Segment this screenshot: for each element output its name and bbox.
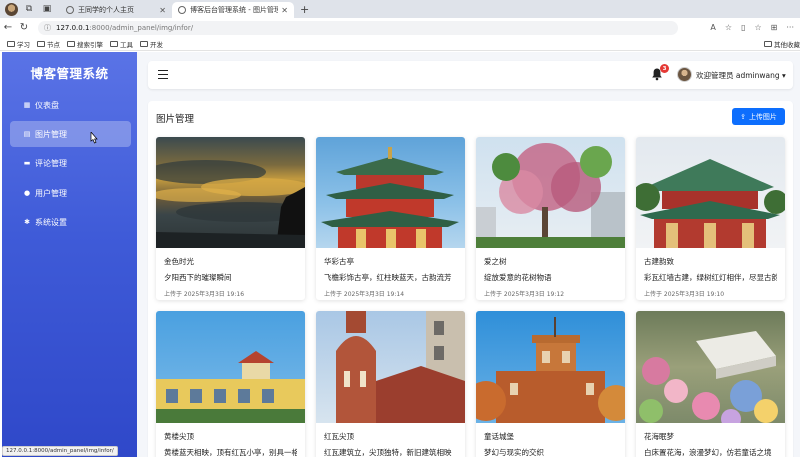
card-description: 飞檐彩饰古亭，红柱映蓝天，古韵流芳 [324, 273, 452, 282]
file-icon: ▤ [23, 130, 31, 138]
split-screen-icon[interactable]: ▯ [741, 23, 745, 32]
card-title: 黄楼尖顶 [164, 432, 194, 441]
upload-icon: ⇪ [740, 112, 746, 121]
image-card[interactable]: 华彩古亭 飞檐彩饰古亭，红柱映蓝天，古韵流芳 上传于 2025年3月3日 19:… [316, 137, 465, 300]
image-red-tile-spire [316, 311, 465, 423]
card-title: 童话城堡 [484, 432, 514, 441]
page-title: 图片管理 [156, 114, 195, 125]
image-love-tree [476, 137, 625, 248]
card-upload-date: 上传于 2025年3月3日 19:14 [324, 291, 405, 298]
comment-icon: ▬ [23, 159, 31, 167]
sidebar-item-dashboard[interactable]: ▦ 仪表盘 [10, 92, 131, 118]
close-icon[interactable]: ✕ [281, 6, 288, 15]
close-icon[interactable]: ✕ [159, 6, 166, 15]
image-card[interactable]: 古建韵致 彩瓦红墙古建，绿树红灯相伴，尽显古韵风华 上传于 2025年3月3日 … [636, 137, 785, 300]
card-description: 绽放爱意的花树物语 [484, 273, 552, 282]
bookmark-tools[interactable]: 工具 [110, 39, 133, 49]
image-card[interactable]: 爱之树 绽放爱意的花树物语 上传于 2025年3月3日 19:12 [476, 137, 625, 300]
folder-icon [37, 40, 45, 47]
workspaces-icon[interactable]: ⧉ [22, 2, 36, 16]
image-card[interactable]: 黄楼尖顶 黄楼蓝天相映，顶有红瓦小亭，别具一格 [156, 311, 305, 457]
tab-actions-icon[interactable]: ▣ [40, 2, 54, 16]
user-avatar[interactable] [677, 67, 692, 82]
card-title: 华彩古亭 [324, 257, 354, 266]
globe-icon [66, 6, 74, 14]
folder-icon [140, 40, 148, 47]
grid-icon: ▦ [23, 101, 31, 109]
image-management-panel: 图片管理 ⇪ 上传图片 金色时光 夕阳西下的璀璨瞬间 上传于 2025年3月3日… [148, 101, 793, 457]
card-description: 梦幻与现实的交织 [484, 448, 544, 457]
sidebar-item-users[interactable]: ● 用户管理 [10, 180, 131, 206]
card-title: 古建韵致 [644, 257, 674, 266]
address-bar-row: ← ↻ ⓘ 127.0.0.1:8000/admin_panel/img/inf… [0, 18, 800, 37]
collections-icon[interactable]: ⊞ [771, 23, 778, 32]
bookmark-nodes[interactable]: 节点 [37, 39, 60, 49]
image-flower-sea-bed [636, 311, 785, 423]
card-description: 白床置花海，浪漫梦幻，仿若童话之境 [644, 448, 772, 457]
new-tab-button[interactable]: + [300, 3, 309, 16]
image-fairytale-castle [476, 311, 625, 423]
link-status-bar: 127.0.0.1:8000/admin_panel/img/infor/ [2, 446, 118, 456]
card-upload-date: 上传于 2025年3月3日 19:10 [644, 291, 725, 298]
sidebar: 博客管理系统 ▦ 仪表盘 ▤ 图片管理 ▬ 评论管理 ● 用户管理 ✱ 系统设置 [2, 52, 137, 457]
bookmark-study[interactable]: 学习 [7, 39, 30, 49]
profile-avatar[interactable] [5, 2, 18, 16]
more-icon[interactable]: ··· [786, 23, 794, 32]
refresh-icon[interactable]: ↻ [16, 22, 32, 33]
card-title: 爱之树 [484, 257, 507, 266]
image-golden-time [156, 137, 305, 248]
read-aloud-icon[interactable]: A [710, 23, 715, 32]
bookmark-dev[interactable]: 开发 [140, 39, 163, 49]
bookmark-search-engines[interactable]: 搜索引擎 [67, 39, 103, 49]
site-info-icon[interactable]: ⓘ [44, 23, 51, 33]
folder-icon [110, 40, 118, 47]
notification-badge: 3 [660, 64, 669, 73]
user-icon: ● [23, 189, 31, 197]
user-menu-dropdown[interactable]: 欢迎管理员 adminwang ▾ [696, 70, 786, 81]
image-card[interactable]: 童话城堡 梦幻与现实的交织 [476, 311, 625, 457]
sidebar-item-comments[interactable]: ▬ 评论管理 [10, 150, 131, 176]
favorites-icon[interactable]: ☆ [754, 23, 761, 32]
mouse-cursor-icon [90, 132, 98, 144]
folder-icon [67, 40, 75, 47]
card-description: 红瓦建筑立，尖顶独特，新旧建筑相映 [324, 448, 452, 457]
image-pavilion [316, 137, 465, 248]
tab-image-management[interactable]: 博客后台管理系统 - 图片管理 ✕ [172, 2, 294, 18]
gear-icon: ✱ [24, 218, 30, 226]
image-card[interactable]: 花海眠梦 白床置花海，浪漫梦幻，仿若童话之境 [636, 311, 785, 457]
top-navbar: 3 欢迎管理员 adminwang ▾ [148, 61, 793, 89]
card-upload-date: 上传于 2025年3月3日 19:12 [484, 291, 565, 298]
upload-image-button[interactable]: ⇪ 上传图片 [732, 108, 785, 125]
card-title: 金色时光 [164, 257, 194, 266]
bookmark-other-favorites[interactable]: 其他收藏 [764, 39, 800, 49]
browser-tab-bar: ⧉ ▣ 王同学的个人主页 ✕ 博客后台管理系统 - 图片管理 ✕ + [0, 0, 800, 18]
back-icon[interactable]: ← [0, 22, 16, 33]
card-title: 红瓦尖顶 [324, 432, 354, 441]
tab-personal-home[interactable]: 王同学的个人主页 ✕ [60, 2, 172, 18]
url-field[interactable]: ⓘ 127.0.0.1:8000/admin_panel/img/infor/ [38, 20, 678, 35]
card-title: 花海眠梦 [644, 432, 674, 441]
browser-toolbar-icons: A ☆ ▯ ☆ ⊞ ··· [710, 18, 794, 37]
main-content: 3 欢迎管理员 adminwang ▾ 图片管理 ⇪ 上传图片 金色时光 夕阳西… [137, 52, 800, 457]
folder-icon [764, 40, 772, 47]
menu-toggle-icon[interactable] [158, 70, 168, 79]
sidebar-item-images[interactable]: ▤ 图片管理 [10, 121, 131, 147]
folder-icon [7, 40, 15, 47]
brand-title: 博客管理系统 [30, 65, 109, 81]
card-upload-date: 上传于 2025年3月3日 19:16 [164, 291, 245, 298]
favorite-star-icon[interactable]: ☆ [725, 23, 732, 32]
image-card[interactable]: 金色时光 夕阳西下的璀璨瞬间 上传于 2025年3月3日 19:16 [156, 137, 305, 300]
image-yellow-tower [156, 311, 305, 423]
card-description: 黄楼蓝天相映，顶有红瓦小亭，别具一格 [164, 448, 297, 457]
image-ancient-building [636, 137, 785, 248]
card-description: 夕阳西下的璀璨瞬间 [164, 273, 232, 282]
image-card[interactable]: 红瓦尖顶 红瓦建筑立，尖顶独特，新旧建筑相映 [316, 311, 465, 457]
card-description: 彩瓦红墙古建，绿树红灯相伴，尽显古韵风华 [644, 273, 777, 282]
globe-icon [178, 6, 186, 14]
bookmarks-bar: 学习 节点 搜索引擎 工具 开发 其他收藏 [0, 37, 800, 51]
sidebar-item-settings[interactable]: ✱ 系统设置 [10, 209, 131, 235]
